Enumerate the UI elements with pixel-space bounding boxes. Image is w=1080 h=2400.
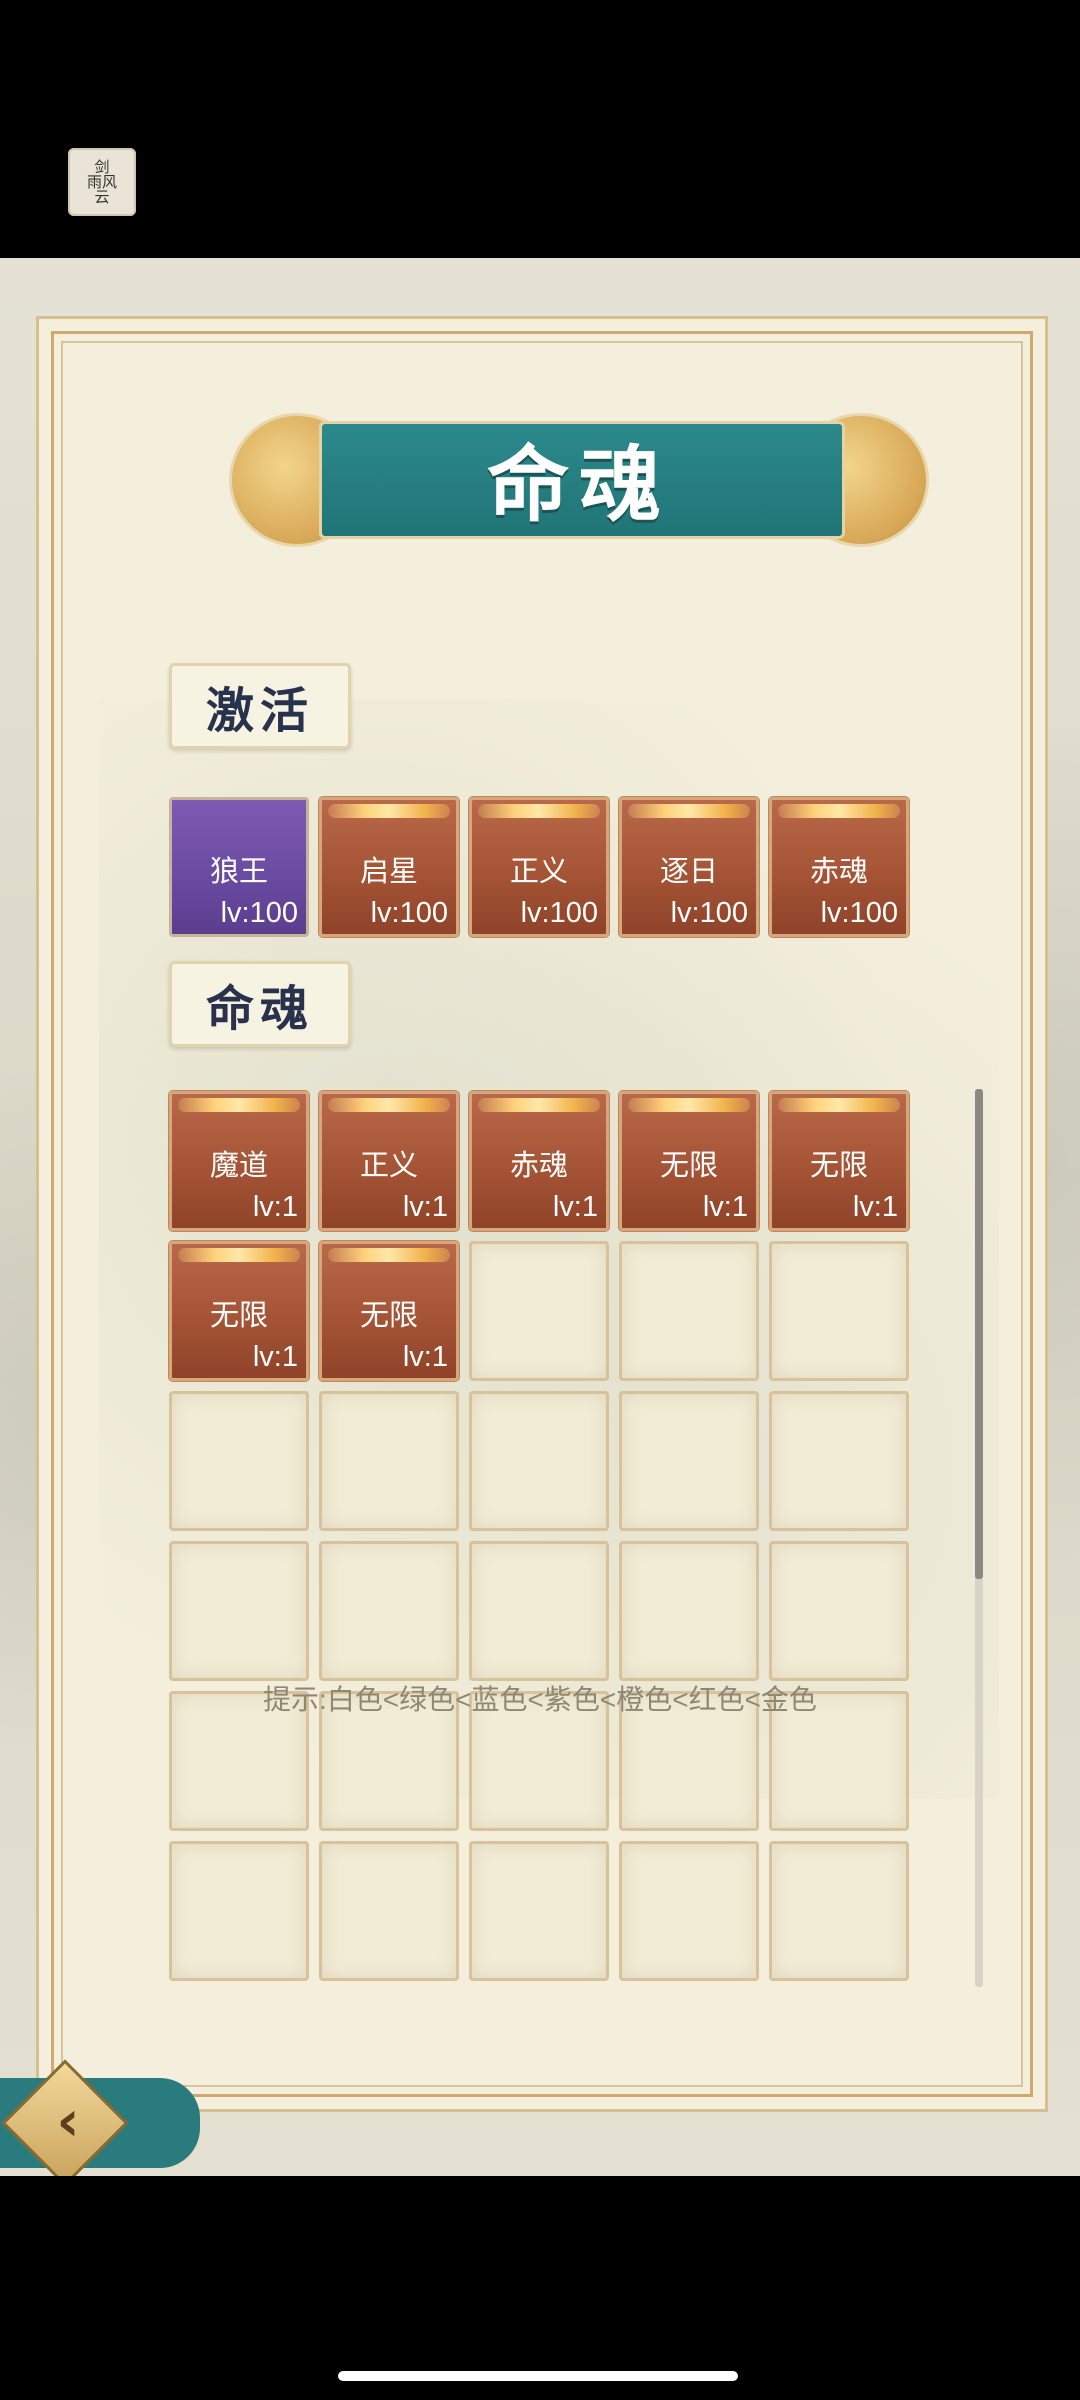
empty-soul-slot[interactable] — [469, 1841, 609, 1981]
empty-soul-slot[interactable] — [769, 1241, 909, 1381]
slot-name: 正义 — [359, 1150, 418, 1182]
empty-soul-slot[interactable] — [319, 1391, 459, 1531]
slot-level: lv:100 — [520, 897, 598, 929]
slot-level: lv:100 — [220, 897, 298, 929]
slot-name: 赤魂 — [509, 1150, 568, 1182]
slot-level: lv:1 — [402, 1341, 448, 1373]
section-label-souls: 命魂 — [169, 961, 351, 1047]
empty-soul-slot[interactable] — [769, 1841, 909, 1981]
scrollbar-thumb[interactable] — [975, 1089, 983, 1579]
slot-name: 赤魂 — [809, 856, 868, 888]
slot-level: lv:100 — [370, 897, 448, 929]
slot-name: 逐日 — [659, 856, 718, 888]
empty-soul-slot[interactable] — [619, 1241, 759, 1381]
soul-slot[interactable]: 正义 lv:1 — [319, 1091, 459, 1231]
slot-name: 启星 — [359, 856, 418, 888]
soul-slot[interactable]: 无限 lv:1 — [319, 1241, 459, 1381]
slot-name: 正义 — [509, 856, 568, 888]
empty-soul-slot[interactable] — [619, 1841, 759, 1981]
section-label-activated: 激活 — [169, 663, 351, 749]
soul-slot[interactable]: 无限 lv:1 — [769, 1091, 909, 1231]
soul-panel: 命魂 激活 狼王 lv:100 启星 lv:100 正义 lv:100 逐日 lv:100 赤魂… — [36, 316, 1048, 2112]
slot-level: lv:1 — [252, 1341, 298, 1373]
rarity-hint: 提示:白色<绿色<蓝色<紫色<橙色<红色<金色 — [263, 1684, 817, 1715]
slot-name: 无限 — [809, 1150, 868, 1182]
empty-soul-slot[interactable] — [319, 1541, 459, 1681]
slot-level: lv:100 — [820, 897, 898, 929]
empty-soul-slot[interactable] — [769, 1541, 909, 1681]
slot-level: lv:1 — [702, 1191, 748, 1223]
empty-soul-slot[interactable] — [169, 1391, 309, 1531]
activated-slot[interactable]: 赤魂 lv:100 — [769, 797, 909, 937]
activated-slot[interactable]: 狼王 lv:100 — [169, 797, 309, 937]
soul-slot[interactable]: 无限 lv:1 — [619, 1091, 759, 1231]
empty-soul-slot[interactable] — [169, 1541, 309, 1681]
empty-soul-slot[interactable] — [169, 1841, 309, 1981]
slot-name: 无限 — [209, 1300, 268, 1332]
empty-soul-slot[interactable] — [619, 1391, 759, 1531]
back-arrow-icon: ‹ — [56, 2088, 80, 2154]
empty-soul-slot[interactable] — [469, 1391, 609, 1531]
title-banner: 命魂 — [229, 407, 929, 547]
slot-level: lv:1 — [852, 1191, 898, 1223]
activated-slot[interactable]: 启星 lv:100 — [319, 797, 459, 937]
game-area: 命魂 激活 狼王 lv:100 启星 lv:100 正义 lv:100 逐日 lv:100 赤魂… — [0, 258, 1080, 2176]
slot-level: lv:100 — [670, 897, 748, 929]
slot-name: 魔道 — [209, 1150, 268, 1182]
back-button[interactable]: ‹ — [0, 2059, 210, 2176]
scrollbar[interactable] — [975, 1089, 983, 1987]
activated-slot[interactable]: 逐日 lv:100 — [619, 797, 759, 937]
activated-slot[interactable]: 正义 lv:100 — [469, 797, 609, 937]
slot-level: lv:1 — [252, 1191, 298, 1223]
empty-soul-slot[interactable] — [319, 1841, 459, 1981]
empty-soul-slot[interactable] — [769, 1391, 909, 1531]
page-title: 命魂 — [486, 436, 671, 533]
app-logo[interactable]: 剑 雨风 云 — [68, 148, 136, 216]
empty-soul-slot[interactable] — [619, 1541, 759, 1681]
soul-slot[interactable]: 魔道 lv:1 — [169, 1091, 309, 1231]
slot-name: 无限 — [359, 1300, 418, 1332]
soul-slot[interactable]: 赤魂 lv:1 — [469, 1091, 609, 1231]
slot-name: 无限 — [659, 1150, 718, 1182]
slot-name: 狼王 — [209, 856, 268, 888]
home-indicator[interactable] — [338, 2371, 738, 2381]
slot-level: lv:1 — [402, 1191, 448, 1223]
empty-soul-slot[interactable] — [469, 1241, 609, 1381]
soul-slot[interactable]: 无限 lv:1 — [169, 1241, 309, 1381]
empty-soul-slot[interactable] — [469, 1541, 609, 1681]
slot-level: lv:1 — [552, 1191, 598, 1223]
